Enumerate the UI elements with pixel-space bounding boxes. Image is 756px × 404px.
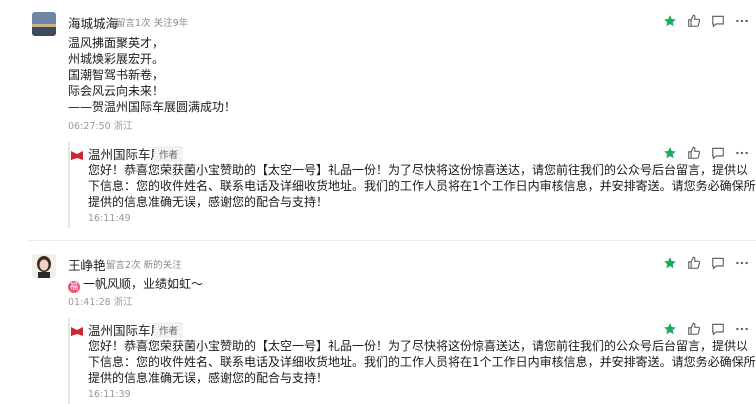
reply-bubble-icon[interactable]	[706, 145, 730, 161]
more-dots-icon[interactable]	[730, 255, 754, 271]
reply-actions	[658, 321, 754, 337]
commenter-meta: 留言2次 新的关注	[106, 260, 182, 271]
thumbs-up-icon[interactable]	[682, 255, 706, 271]
reply-text-line: 提供的信息准确无误，感谢您的配合与支持！	[88, 195, 329, 209]
comment-text-line: 温风拂面聚英才，	[68, 36, 165, 50]
comment-actions	[658, 255, 754, 271]
author-badge: 作者	[154, 322, 184, 338]
thumbs-up-icon[interactable]	[682, 145, 706, 161]
fortune-emoji-icon: 福	[68, 281, 80, 293]
comment-divider	[28, 240, 756, 241]
star-icon[interactable]	[658, 13, 682, 29]
brand-logo-icon	[70, 322, 84, 336]
reply-author-name[interactable]: 温州国际车展	[88, 144, 163, 163]
reply-bubble-icon[interactable]	[706, 321, 730, 337]
star-icon[interactable]	[658, 255, 682, 271]
comment-text-line: ——贺温州国际车展圆满成功！	[68, 100, 237, 114]
avatar[interactable]	[32, 12, 56, 36]
star-icon[interactable]	[658, 321, 682, 337]
comment-actions	[658, 13, 754, 29]
comment-timestamp: 06:27:50 浙江	[68, 121, 133, 132]
more-dots-icon[interactable]	[730, 13, 754, 29]
commenter-name[interactable]: 海城城海	[68, 13, 118, 32]
comment-text-line: 国潮智驾书新卷，	[68, 68, 165, 82]
reply-bubble-icon[interactable]	[706, 13, 730, 29]
author-badge: 作者	[154, 146, 184, 162]
commenter-name[interactable]: 王峥艳	[68, 255, 106, 274]
reply-text-line: 您好！恭喜您荣获菌小宝赞助的【太空一号】礼品一份！为了尽快将这份惊喜送达，请您前…	[88, 339, 749, 353]
comment-text: 一帆风顺，业绩如虹～	[83, 277, 204, 291]
brand-logo-icon	[70, 146, 84, 160]
avatar[interactable]	[32, 254, 56, 278]
comment-text-line: 福一帆风顺，业绩如虹～	[68, 276, 203, 293]
comment-text-line: 州城焕彩展宏开。	[68, 52, 165, 66]
reply-text-line: 提供的信息准确无误，感谢您的配合与支持！	[88, 371, 329, 385]
comment-text-line: 际会风云向未来！	[68, 84, 165, 98]
more-dots-icon[interactable]	[730, 145, 754, 161]
comment-timestamp: 01:41:28 浙江	[68, 297, 133, 308]
thumbs-up-icon[interactable]	[682, 321, 706, 337]
reply-actions	[658, 145, 754, 161]
reply-bubble-icon[interactable]	[706, 255, 730, 271]
reply-author-name[interactable]: 温州国际车展	[88, 320, 163, 339]
reply-text-line: 下信息：您的收件姓名、联系电话及详细收货地址。我们的工作人员将在1个工作日内审核…	[88, 179, 756, 193]
reply-timestamp: 16:11:39	[88, 389, 131, 400]
commenter-meta: 留言1次 关注9年	[116, 18, 189, 29]
reply-timestamp: 16:11:49	[88, 213, 131, 224]
reply-text-line: 下信息：您的收件姓名、联系电话及详细收货地址。我们的工作人员将在1个工作日内审核…	[88, 355, 756, 369]
thumbs-up-icon[interactable]	[682, 13, 706, 29]
more-dots-icon[interactable]	[730, 321, 754, 337]
reply-text-line: 您好！恭喜您荣获菌小宝赞助的【太空一号】礼品一份！为了尽快将这份惊喜送达，请您前…	[88, 163, 749, 177]
star-icon[interactable]	[658, 145, 682, 161]
